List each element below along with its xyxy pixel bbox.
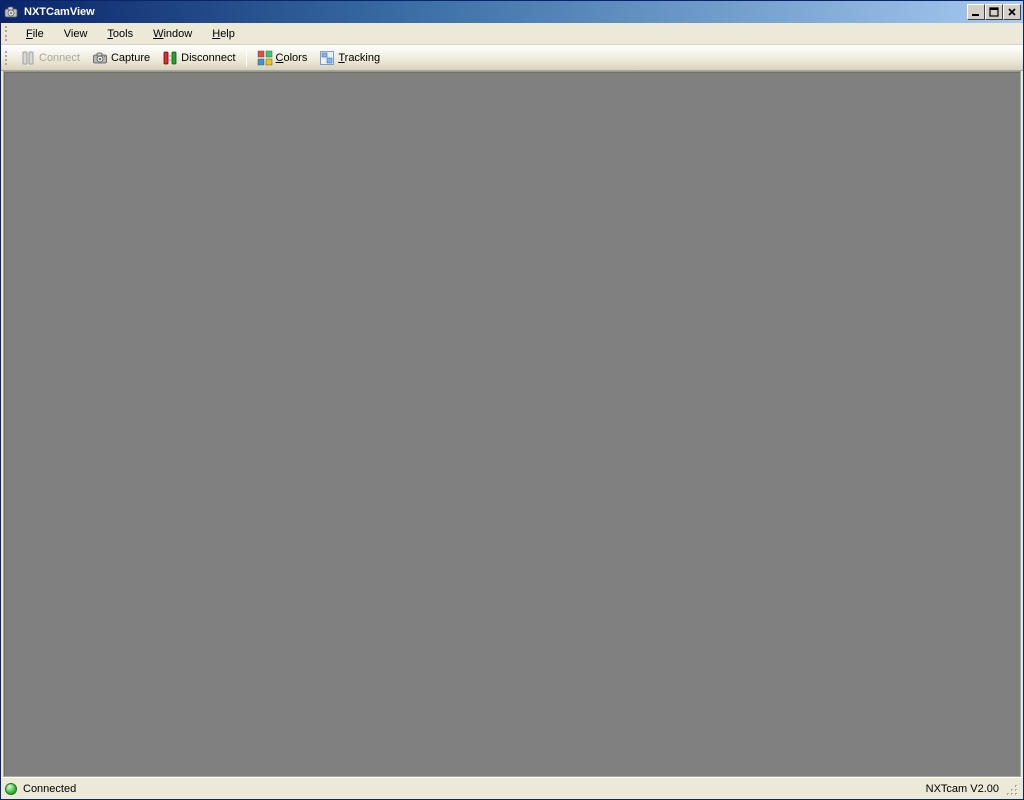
resize-grip[interactable] bbox=[1003, 781, 1019, 797]
toolbar-grip[interactable] bbox=[5, 51, 10, 65]
tracking-button[interactable]: Tracking bbox=[313, 47, 386, 69]
toolbar-separator bbox=[246, 49, 247, 67]
disconnect-icon bbox=[162, 50, 178, 66]
toolbar: Connect Capture bbox=[1, 45, 1023, 71]
menu-tools[interactable]: Tools bbox=[97, 26, 143, 42]
capture-button[interactable]: Capture bbox=[86, 47, 156, 69]
statusbar: Connected NXTcam V2.00 bbox=[1, 777, 1023, 799]
colors-icon bbox=[257, 50, 273, 66]
connection-status-icon bbox=[5, 783, 17, 795]
disconnect-button[interactable]: Disconnect bbox=[156, 47, 241, 69]
connect-label: Connect bbox=[39, 52, 80, 64]
close-button[interactable] bbox=[1003, 4, 1021, 20]
menu-help[interactable]: Help bbox=[202, 26, 245, 42]
menu-view[interactable]: View bbox=[54, 26, 98, 42]
minimize-button[interactable] bbox=[967, 4, 985, 20]
tracking-label: Tracking bbox=[338, 52, 380, 64]
menu-window[interactable]: Window bbox=[143, 26, 202, 42]
mdi-client-area bbox=[3, 71, 1021, 777]
version-text: NXTcam V2.00 bbox=[926, 783, 999, 795]
window-title: NXTCamView bbox=[24, 6, 95, 18]
menu-file[interactable]: File bbox=[16, 26, 54, 42]
app-window: NXTCamView File View Tools Window Help bbox=[0, 0, 1024, 800]
colors-label: Colors bbox=[276, 52, 308, 64]
menubar: File View Tools Window Help bbox=[1, 23, 1023, 45]
maximize-button[interactable] bbox=[985, 4, 1003, 20]
window-controls bbox=[967, 4, 1021, 20]
menu-grip[interactable] bbox=[5, 26, 10, 42]
camera-icon bbox=[92, 50, 108, 66]
app-icon bbox=[4, 4, 20, 20]
connect-icon bbox=[20, 50, 36, 66]
connection-status-text: Connected bbox=[23, 783, 76, 795]
titlebar[interactable]: NXTCamView bbox=[1, 1, 1023, 23]
tracking-icon bbox=[319, 50, 335, 66]
disconnect-label: Disconnect bbox=[181, 52, 235, 64]
colors-button[interactable]: Colors bbox=[251, 47, 314, 69]
capture-label: Capture bbox=[111, 52, 150, 64]
connect-button[interactable]: Connect bbox=[14, 47, 86, 69]
